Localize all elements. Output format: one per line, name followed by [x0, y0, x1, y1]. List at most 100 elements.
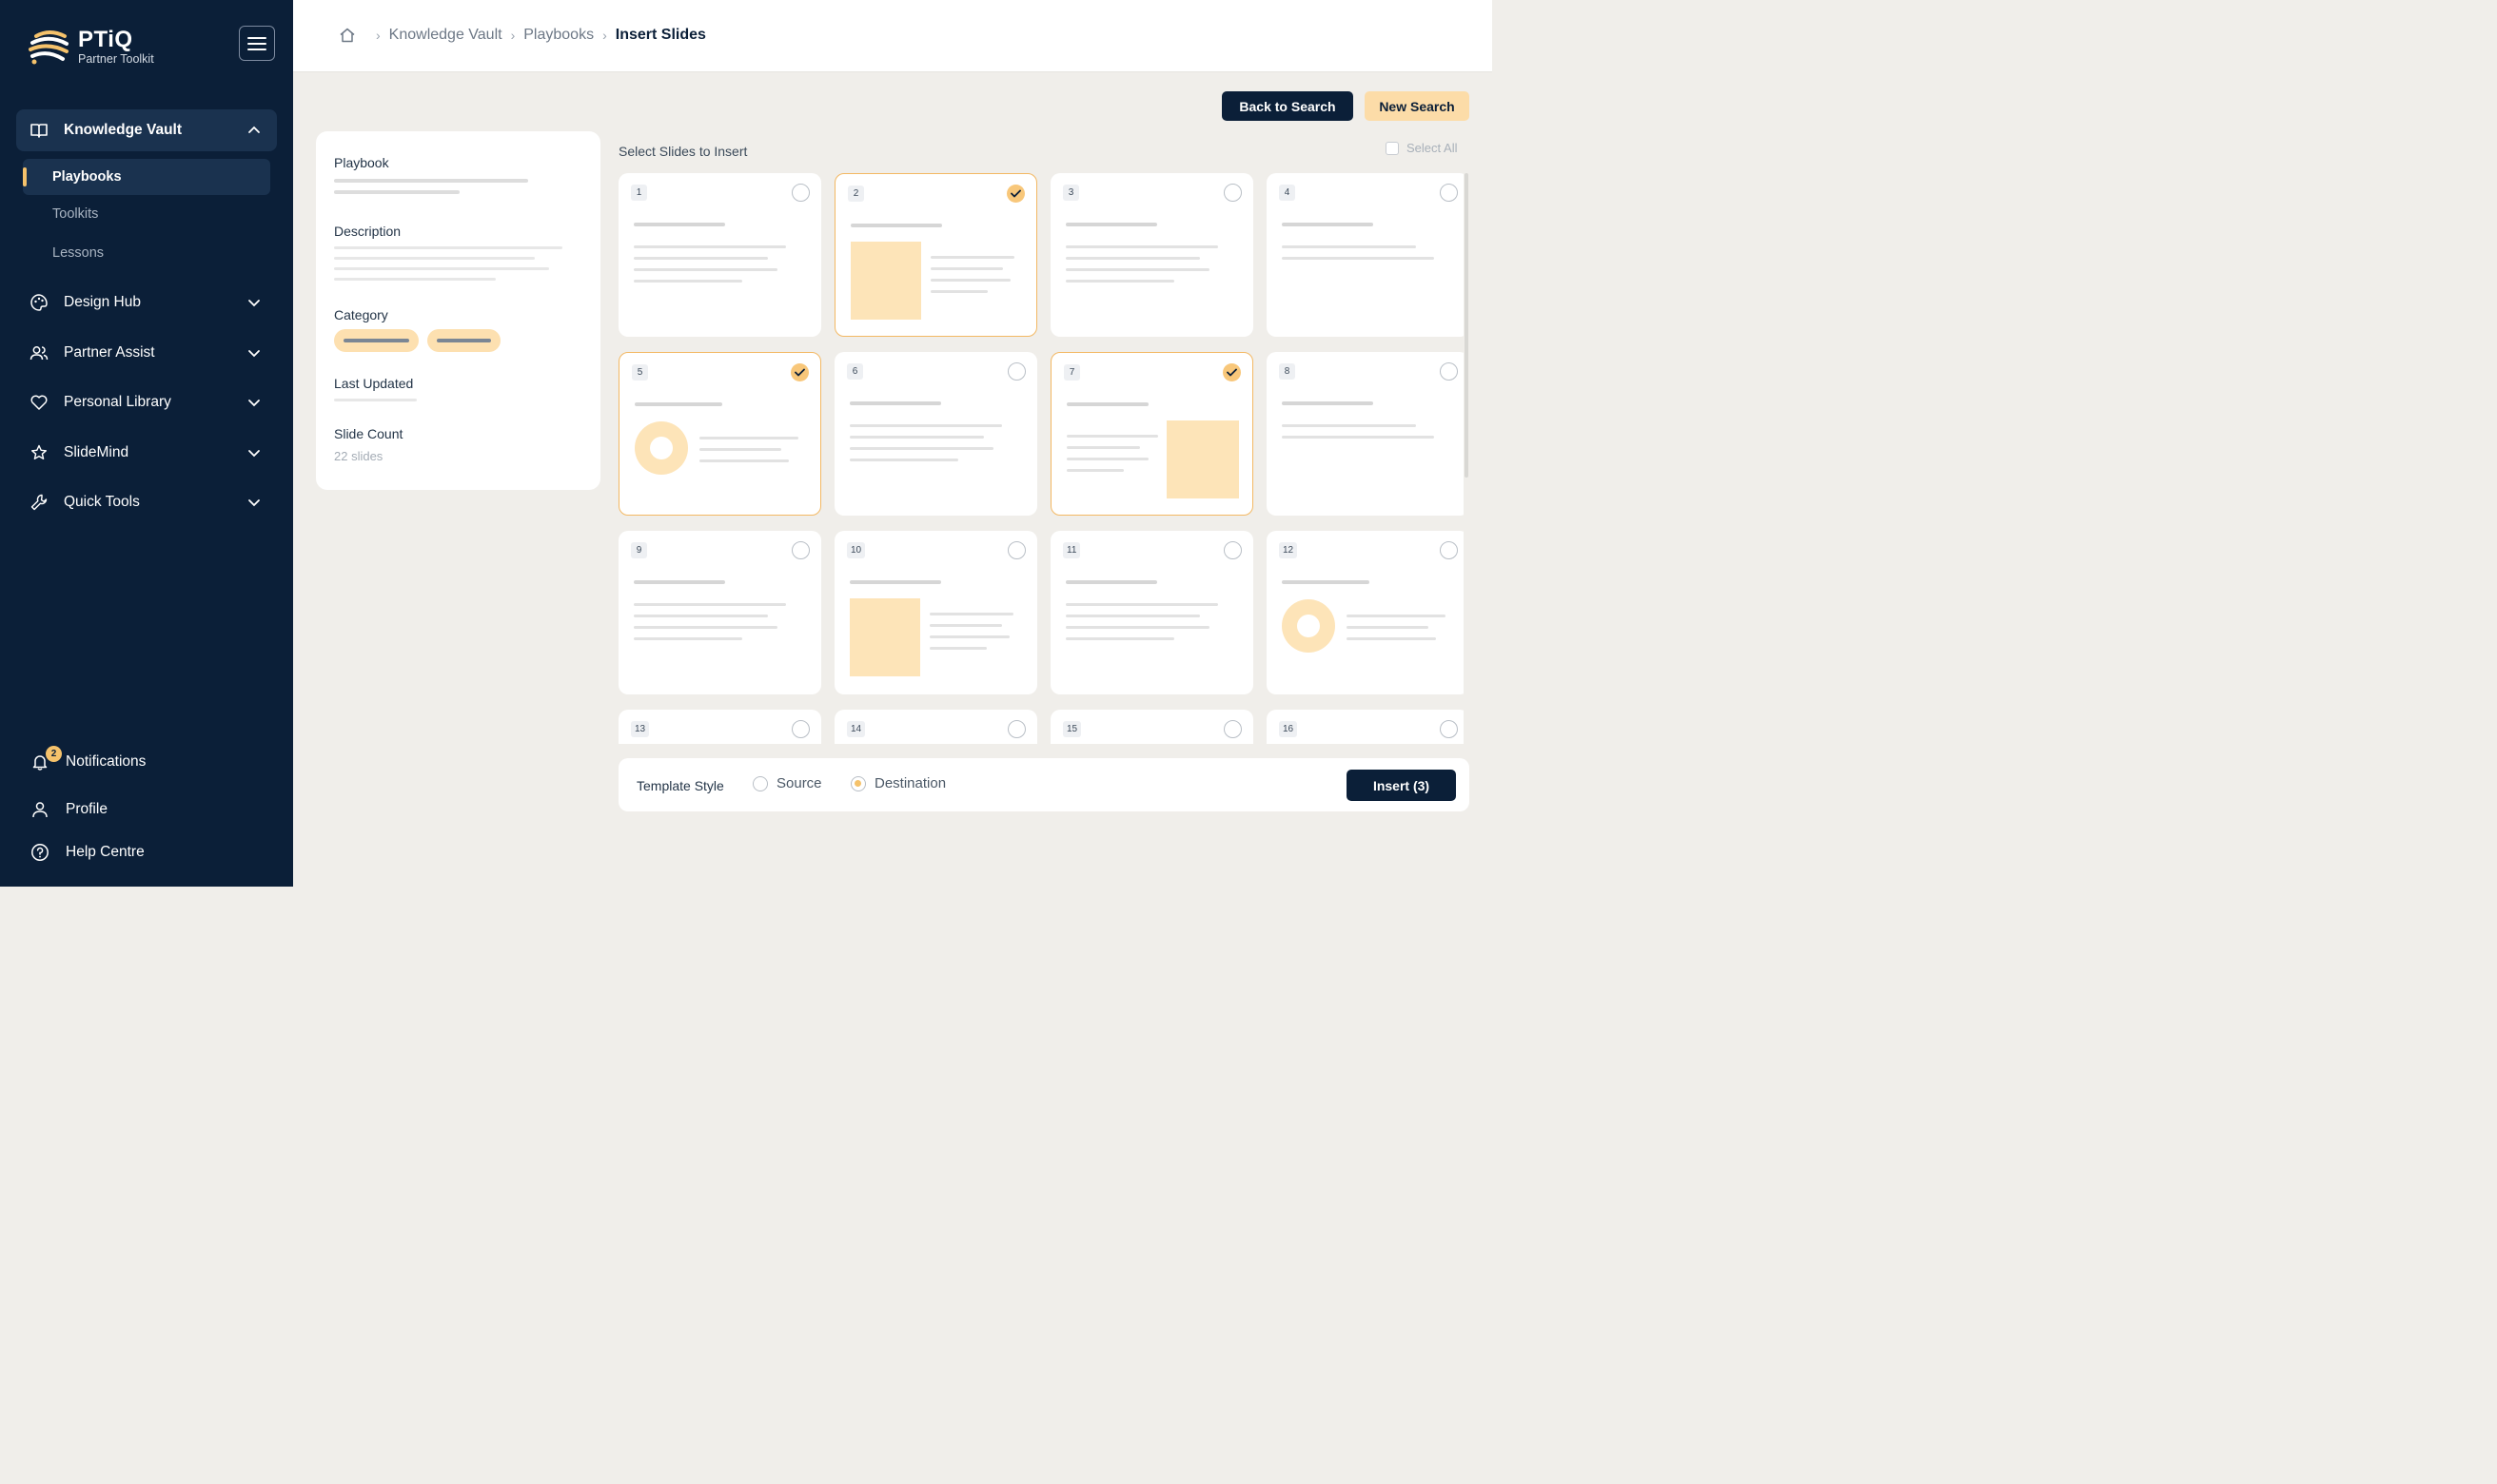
- slide-card[interactable]: 11: [1051, 531, 1253, 694]
- sidebar-item-lessons[interactable]: Lessons: [23, 235, 270, 271]
- playbook-details-card: Playbook Description Category Last Updat…: [316, 131, 600, 490]
- slide-select-radio[interactable]: [792, 720, 810, 738]
- brand-logo[interactable]: PTiQ Partner Toolkit: [27, 27, 154, 67]
- slide-number: 10: [847, 542, 866, 558]
- nav-group-label: SlideMind: [64, 444, 129, 460]
- home-icon[interactable]: [339, 27, 356, 44]
- slide-select-radio[interactable]: [1440, 362, 1458, 381]
- check-icon: [1011, 189, 1021, 198]
- checkbox-box[interactable]: [1386, 141, 1399, 155]
- slide-select-radio[interactable]: [1440, 541, 1458, 559]
- slide-card[interactable]: 8: [1267, 352, 1464, 516]
- slide-select-radio[interactable]: [1440, 720, 1458, 738]
- slide-preview-line: [850, 436, 984, 439]
- insert-button[interactable]: Insert (3): [1347, 770, 1456, 801]
- description-placeholder: [334, 278, 496, 281]
- select-all-checkbox[interactable]: Select All: [1386, 141, 1457, 155]
- brand-subtitle: Partner Toolkit: [78, 52, 154, 66]
- nav-group-label: Personal Library: [64, 394, 171, 410]
- slide-number: 11: [1063, 542, 1081, 558]
- slide-preview-line: [1066, 280, 1174, 283]
- slide-selected-check[interactable]: [1223, 363, 1241, 381]
- nav-group-slidemind[interactable]: SlideMind: [16, 432, 277, 474]
- nav-group-quick-tools[interactable]: Quick Tools: [16, 481, 277, 523]
- slide-selected-check[interactable]: [1007, 185, 1025, 203]
- slide-select-radio[interactable]: [1224, 720, 1242, 738]
- users-icon: [29, 343, 49, 362]
- slide-select-radio[interactable]: [792, 541, 810, 559]
- slide-select-radio[interactable]: [1440, 184, 1458, 202]
- chevron-up-icon: [248, 126, 260, 133]
- slide-card[interactable]: 16: [1267, 710, 1464, 744]
- sidebar-notifications[interactable]: 2 Notifications: [30, 746, 146, 776]
- slide-preview-line: [634, 257, 768, 260]
- radio-destination[interactable]: [851, 775, 866, 791]
- slide-preview-line: [931, 290, 988, 293]
- slide-preview-line: [930, 613, 1013, 615]
- slide-card[interactable]: 13: [619, 710, 821, 744]
- slide-select-radio[interactable]: [1224, 184, 1242, 202]
- palette-icon: [29, 293, 49, 312]
- slide-card[interactable]: 1: [619, 173, 821, 337]
- star-icon: [29, 443, 49, 462]
- menu-toggle-button[interactable]: [239, 26, 275, 61]
- slide-preview-line: [634, 268, 777, 271]
- slide-card[interactable]: 15: [1051, 710, 1253, 744]
- slide-card[interactable]: 10: [835, 531, 1037, 694]
- template-option-source[interactable]: Source: [753, 775, 822, 791]
- chevron-down-icon: [248, 400, 260, 407]
- notification-badge: 2: [46, 746, 62, 762]
- help-circle-icon: [30, 843, 49, 862]
- slide-card[interactable]: 7: [1051, 352, 1253, 516]
- slide-card[interactable]: 12: [1267, 531, 1464, 694]
- new-search-button[interactable]: New Search: [1365, 91, 1469, 121]
- slide-preview-line: [1067, 435, 1158, 438]
- breadcrumb-playbooks[interactable]: Playbooks: [523, 27, 594, 44]
- slide-number: 7: [1064, 364, 1080, 381]
- breadcrumb-separator: ›: [602, 28, 607, 43]
- playbook-name-placeholder: [334, 179, 528, 183]
- breadcrumb-knowledge-vault[interactable]: Knowledge Vault: [389, 27, 502, 44]
- slide-preview-heading: [1067, 402, 1149, 406]
- slide-preview-line: [930, 635, 1010, 638]
- slide-card[interactable]: 6: [835, 352, 1037, 516]
- sidebar-profile[interactable]: Profile: [30, 795, 108, 824]
- slide-selected-check[interactable]: [791, 363, 809, 381]
- slide-preview-line: [1066, 626, 1209, 629]
- sidebar-item-toolkits[interactable]: Toolkits: [23, 196, 270, 232]
- heart-icon: [29, 393, 49, 412]
- nav-group-partner-assist[interactable]: Partner Assist: [16, 332, 277, 374]
- slide-select-radio[interactable]: [1008, 720, 1026, 738]
- category-tag: [427, 329, 501, 352]
- slide-preview-line: [850, 424, 1002, 427]
- radio-source[interactable]: [753, 775, 768, 791]
- nav-group-personal-library[interactable]: Personal Library: [16, 381, 277, 423]
- sidebar-help-centre[interactable]: Help Centre: [30, 838, 145, 867]
- slide-card[interactable]: 3: [1051, 173, 1253, 337]
- slide-card[interactable]: 14: [835, 710, 1037, 744]
- description-placeholder: [334, 246, 562, 249]
- slide-preview-line: [1282, 424, 1416, 427]
- slide-preview-image: [851, 242, 921, 320]
- slide-select-radio[interactable]: [1008, 362, 1026, 381]
- book-open-icon: [29, 121, 49, 140]
- slide-preview-line: [1282, 245, 1416, 248]
- back-to-search-button[interactable]: Back to Search: [1222, 91, 1353, 121]
- slide-select-radio[interactable]: [1008, 541, 1026, 559]
- sidebar-item-playbooks[interactable]: Playbooks: [23, 159, 270, 195]
- template-option-destination[interactable]: Destination: [851, 775, 946, 791]
- slide-grid-scrollbar[interactable]: [1465, 173, 1468, 478]
- nav-group-design-hub[interactable]: Design Hub: [16, 282, 277, 323]
- slide-card[interactable]: 9: [619, 531, 821, 694]
- last-updated-placeholder: [334, 399, 417, 401]
- slide-card[interactable]: 4: [1267, 173, 1464, 337]
- slide-select-radio[interactable]: [792, 184, 810, 202]
- slide-preview-heading: [1282, 580, 1369, 584]
- slide-preview-line: [699, 448, 781, 451]
- slide-card[interactable]: 2: [835, 173, 1037, 337]
- nav-group-knowledge-vault[interactable]: Knowledge Vault: [16, 109, 277, 151]
- slide-select-radio[interactable]: [1224, 541, 1242, 559]
- breadcrumb-separator: ›: [510, 28, 516, 43]
- category-tag: [334, 329, 419, 352]
- slide-card[interactable]: 5: [619, 352, 821, 516]
